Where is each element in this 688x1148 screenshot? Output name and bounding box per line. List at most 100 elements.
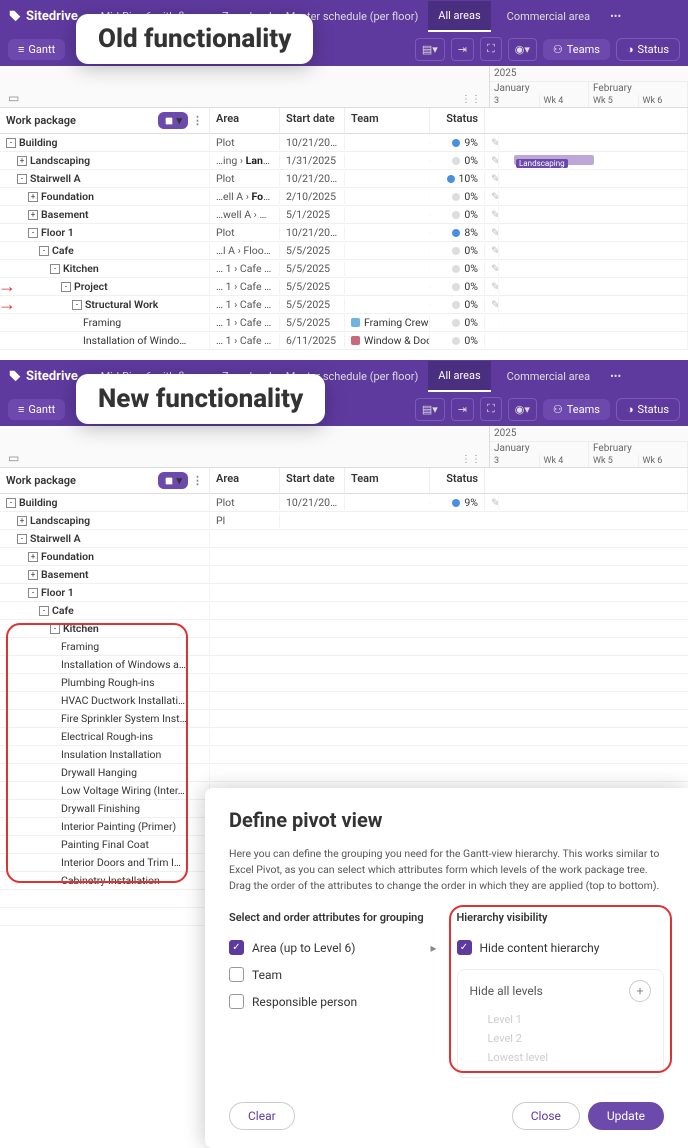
tree-toggle-icon[interactable]: - (61, 282, 71, 292)
tree-toggle-icon[interactable]: - (39, 606, 49, 616)
layers-button[interactable]: ▤▾ (415, 398, 445, 421)
level-option[interactable]: Lowest level (470, 1048, 652, 1067)
table-row[interactable]: Plumbing Rough-ins (0, 674, 688, 692)
collapse-all-icon[interactable]: ▭ (8, 451, 19, 465)
table-row[interactable]: +Landscaping…ing › Landscaping1/31/20250… (0, 152, 688, 170)
teams-button[interactable]: ⚇ Teams (543, 399, 610, 420)
tree-toggle-icon[interactable]: - (17, 174, 27, 184)
gantt-button[interactable]: ≡ Gantt (8, 39, 65, 60)
gantt-cell[interactable] (499, 260, 688, 277)
table-row[interactable]: -Stairwell APlot10/21/202410%✎ (0, 170, 688, 188)
visibility-button[interactable]: ◉▾ (508, 398, 537, 421)
option-team[interactable]: Team (229, 961, 437, 988)
edit-pen-icon[interactable]: ✎ (485, 135, 499, 150)
status-button[interactable]: ◑ Status (616, 38, 680, 61)
align-button[interactable]: ⇥ (451, 398, 474, 421)
edit-pen-icon[interactable]: ✎ (485, 189, 499, 204)
tree-toggle-icon[interactable]: - (28, 588, 38, 598)
tree-toggle-icon[interactable]: - (50, 264, 60, 274)
tab-commercial[interactable]: Commercial area (497, 2, 600, 31)
table-row[interactable]: Framing… 1 › Cafe › Kitchen5/5/2025Frami… (0, 314, 688, 332)
tree-toggle-icon[interactable]: + (28, 210, 38, 220)
table-row[interactable]: Framing (0, 638, 688, 656)
expand-button[interactable]: ⛶ (480, 37, 502, 61)
col-workpackage[interactable]: Work package (6, 474, 76, 487)
edit-pen-icon[interactable] (485, 322, 499, 324)
gantt-cell[interactable] (499, 188, 688, 205)
gantt-cell[interactable] (499, 332, 688, 349)
table-row[interactable]: Electrical Rough-ins (0, 728, 688, 746)
col-status[interactable]: Status (430, 108, 485, 133)
filter-toggle[interactable]: ▾ (158, 472, 188, 489)
gantt-cell[interactable] (499, 242, 688, 259)
col-status[interactable]: Status (430, 468, 485, 493)
filter-toggle[interactable]: ▾ (158, 112, 188, 129)
col-startdate[interactable]: Start date (280, 108, 345, 133)
col-team[interactable]: Team (345, 108, 430, 133)
table-row[interactable]: -Floor 1 (0, 584, 688, 602)
tree-toggle-icon[interactable]: + (17, 156, 27, 166)
expand-button[interactable]: ⛶ (480, 397, 502, 421)
edit-pen-icon[interactable] (485, 340, 499, 342)
gantt-cell[interactable] (499, 206, 688, 223)
level-option[interactable]: Level 1 (470, 1010, 652, 1029)
edit-pen-icon[interactable]: ✎ (485, 171, 499, 186)
table-row[interactable]: +Foundation…ell A › Foundation2/10/20250… (0, 188, 688, 206)
tree-toggle-icon[interactable]: - (72, 300, 82, 310)
table-row[interactable]: -Kitchen… 1 › Cafe › Kitchen5/5/20250%✎ (0, 260, 688, 278)
table-row[interactable]: +Foundation (0, 548, 688, 566)
table-row[interactable]: Drywall Hanging (0, 764, 688, 782)
update-button[interactable]: Update (588, 1102, 664, 1130)
gantt-cell[interactable] (499, 134, 688, 151)
edit-pen-icon[interactable]: ✎ (485, 261, 499, 276)
tree-toggle-icon[interactable]: + (28, 192, 38, 202)
table-row[interactable]: -Project… 1 › Cafe › Kitchen5/5/20250%✎ (0, 278, 688, 296)
table-row[interactable]: -Floor 1Plot10/21/20248%✎ (0, 224, 688, 242)
table-row[interactable]: -BuildingPlot10/21/20249%✎ (0, 134, 688, 152)
drag-handle-icon[interactable]: ⋮⋮ (461, 454, 481, 465)
tree-toggle-icon[interactable]: + (28, 570, 38, 580)
tree-toggle-icon[interactable]: - (50, 624, 60, 634)
col-workpackage[interactable]: Work package (6, 114, 76, 127)
gantt-cell[interactable] (499, 224, 688, 241)
tree-toggle-icon[interactable]: - (17, 534, 27, 544)
add-level-button[interactable]: + (629, 980, 651, 1002)
gantt-cell[interactable]: Landscaping (499, 152, 688, 169)
table-row[interactable]: +LandscapingPl (0, 512, 688, 530)
table-row[interactable]: Insulation Installation (0, 746, 688, 764)
edit-pen-icon[interactable]: ✎ (485, 297, 499, 312)
table-row[interactable]: Installation of Windo…… 1 › Cafe › Kitch… (0, 332, 688, 350)
table-row[interactable]: -Cafe (0, 602, 688, 620)
gantt-cell[interactable] (499, 494, 688, 511)
collapse-all-icon[interactable]: ▭ (8, 91, 19, 105)
table-row[interactable]: -Cafe…l A › Floor 1 › Cafe5/5/20250%✎ (0, 242, 688, 260)
col-area[interactable]: Area (210, 108, 280, 133)
checkbox-checked-icon[interactable] (229, 940, 244, 955)
tree-toggle-icon[interactable]: + (17, 516, 27, 526)
col-startdate[interactable]: Start date (280, 468, 345, 493)
edit-pen-icon[interactable]: ✎ (485, 225, 499, 240)
align-button[interactable]: ⇥ (451, 38, 474, 61)
layers-button[interactable]: ▤▾ (415, 38, 445, 61)
table-row[interactable]: Fire Sprinkler System Inst… (0, 710, 688, 728)
level-option[interactable]: Level 2 (470, 1029, 652, 1048)
tree-toggle-icon[interactable]: - (39, 246, 49, 256)
more-tabs-icon[interactable]: ••• (606, 10, 625, 23)
edit-pen-icon[interactable]: ✎ (485, 279, 499, 294)
edit-pen-icon[interactable]: ✎ (485, 243, 499, 258)
drag-handle-icon[interactable]: ⋮⋮ (461, 94, 481, 105)
table-row[interactable]: -BuildingPlot10/21/20249%✎ (0, 494, 688, 512)
table-row[interactable]: +Basement…well A › Basement5/1/20250%✎ (0, 206, 688, 224)
column-menu-icon[interactable]: ⋮ (192, 474, 203, 487)
visibility-button[interactable]: ◉▾ (508, 38, 537, 61)
option-responsible[interactable]: Responsible person (229, 988, 437, 1015)
chevron-right-icon[interactable]: ▸ (430, 941, 436, 955)
col-area[interactable]: Area (210, 468, 280, 493)
tree-toggle-icon[interactable]: - (6, 138, 16, 148)
table-row[interactable]: -Stairwell A (0, 530, 688, 548)
table-row[interactable]: HVAC Ductwork Installati… (0, 692, 688, 710)
edit-pen-icon[interactable]: ✎ (485, 207, 499, 222)
option-hide-content[interactable]: Hide content hierarchy (457, 934, 665, 961)
tree-toggle-icon[interactable]: - (28, 228, 38, 238)
table-row[interactable]: -Structural Work… 1 › Cafe › Kitchen5/5/… (0, 296, 688, 314)
